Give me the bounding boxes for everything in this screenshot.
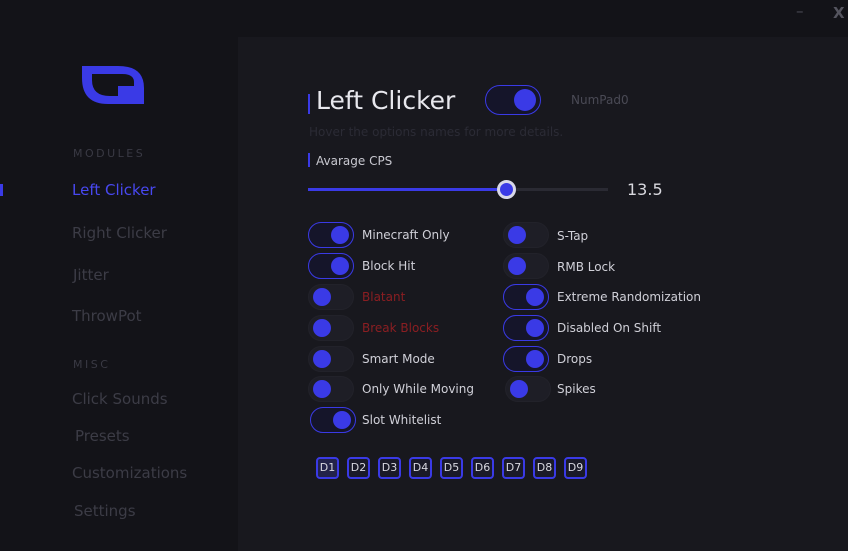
sidebar-item-presets[interactable]: Presets bbox=[75, 427, 130, 445]
sidebar-item-right-clicker[interactable]: Right Clicker bbox=[72, 224, 167, 242]
sidebar-item-settings[interactable]: Settings bbox=[74, 502, 136, 520]
slot-button-d4[interactable]: D4 bbox=[409, 457, 432, 479]
option-label-rmb-lock[interactable]: RMB Lock bbox=[557, 260, 615, 274]
toggle-knob bbox=[508, 226, 526, 244]
toggle-knob bbox=[510, 380, 528, 398]
slot-button-d7[interactable]: D7 bbox=[502, 457, 525, 479]
toggle-drops[interactable] bbox=[503, 346, 549, 372]
toggle-knob bbox=[331, 226, 349, 244]
toggle-smart-mode[interactable] bbox=[308, 346, 354, 372]
minimize-button[interactable]: – bbox=[796, 2, 804, 20]
option-label-slot-whitelist[interactable]: Slot Whitelist bbox=[362, 413, 441, 427]
module-enable-toggle[interactable] bbox=[485, 85, 541, 115]
toggle-extreme-randomization[interactable] bbox=[503, 284, 549, 310]
toggle-knob bbox=[526, 350, 544, 368]
cps-slider-thumb[interactable] bbox=[497, 180, 516, 199]
slot-button-d6[interactable]: D6 bbox=[471, 457, 494, 479]
toggle-knob bbox=[313, 380, 331, 398]
module-title: Left Clicker bbox=[316, 86, 456, 115]
toggle-minecraft-only[interactable] bbox=[308, 222, 354, 248]
toggle-knob bbox=[313, 319, 331, 337]
close-button[interactable]: X bbox=[833, 4, 845, 22]
toggle-rmb-lock[interactable] bbox=[503, 253, 549, 279]
toggle-knob bbox=[526, 319, 544, 337]
toggle-knob bbox=[313, 350, 331, 368]
modules-section-label: MODULES bbox=[73, 147, 146, 160]
toggle-slot-whitelist[interactable] bbox=[310, 407, 356, 433]
toggle-block-hit[interactable] bbox=[308, 253, 354, 279]
toggle-only-while-moving[interactable] bbox=[308, 376, 354, 402]
option-label-smart-mode[interactable]: Smart Mode bbox=[362, 352, 435, 366]
sidebar-item-left-clicker[interactable]: Left Clicker bbox=[72, 181, 156, 199]
sidebar: MODULES Left Clicker Right Clicker Jitte… bbox=[0, 0, 238, 551]
slot-button-d1[interactable]: D1 bbox=[316, 457, 339, 479]
option-label-spikes[interactable]: Spikes bbox=[557, 382, 596, 396]
option-label-extreme-randomization[interactable]: Extreme Randomization bbox=[557, 290, 701, 304]
title-accent bbox=[308, 94, 310, 114]
misc-section-label: MISC bbox=[73, 358, 111, 371]
toggle-blatant[interactable] bbox=[308, 284, 354, 310]
toggle-break-blocks[interactable] bbox=[308, 315, 354, 341]
option-label-only-while-moving[interactable]: Only While Moving bbox=[362, 382, 474, 396]
sidebar-item-customizations[interactable]: Customizations bbox=[72, 464, 187, 482]
toggle-knob bbox=[508, 257, 526, 275]
option-label-minecraft-only[interactable]: Minecraft Only bbox=[362, 228, 450, 242]
sidebar-item-jitter[interactable]: Jitter bbox=[73, 266, 109, 284]
keybind-label[interactable]: NumPad0 bbox=[571, 93, 629, 107]
toggle-s-tap[interactable] bbox=[503, 222, 549, 248]
option-label-blatant[interactable]: Blatant bbox=[362, 290, 405, 304]
option-label-break-blocks[interactable]: Break Blocks bbox=[362, 321, 439, 335]
cps-slider-fill bbox=[308, 188, 506, 191]
cps-slider-track[interactable] bbox=[308, 188, 608, 191]
slot-button-d2[interactable]: D2 bbox=[347, 457, 370, 479]
slot-button-d3[interactable]: D3 bbox=[378, 457, 401, 479]
option-label-disabled-on-shift[interactable]: Disabled On Shift bbox=[557, 321, 661, 335]
option-label-s-tap[interactable]: S-Tap bbox=[557, 229, 588, 243]
slot-button-d9[interactable]: D9 bbox=[564, 457, 587, 479]
cps-value: 13.5 bbox=[627, 180, 663, 199]
cps-accent bbox=[308, 153, 310, 167]
active-indicator bbox=[0, 184, 3, 196]
toggle-knob bbox=[333, 411, 351, 429]
slot-button-d5[interactable]: D5 bbox=[440, 457, 463, 479]
option-label-drops[interactable]: Drops bbox=[557, 352, 592, 366]
sidebar-item-throwpot[interactable]: ThrowPot bbox=[72, 307, 142, 325]
toggle-spikes[interactable] bbox=[505, 376, 551, 402]
sidebar-item-click-sounds[interactable]: Click Sounds bbox=[72, 390, 168, 408]
toggle-knob bbox=[313, 288, 331, 306]
toggle-knob bbox=[514, 89, 536, 111]
slot-button-d8[interactable]: D8 bbox=[533, 457, 556, 479]
cps-label: Avarage CPS bbox=[316, 154, 393, 168]
option-label-block-hit[interactable]: Block Hit bbox=[362, 259, 415, 273]
toggle-disabled-on-shift[interactable] bbox=[503, 315, 549, 341]
toggle-knob bbox=[331, 257, 349, 275]
hint-text: Hover the options names for more details… bbox=[309, 125, 564, 139]
toggle-knob bbox=[526, 288, 544, 306]
logo-icon bbox=[82, 66, 144, 104]
